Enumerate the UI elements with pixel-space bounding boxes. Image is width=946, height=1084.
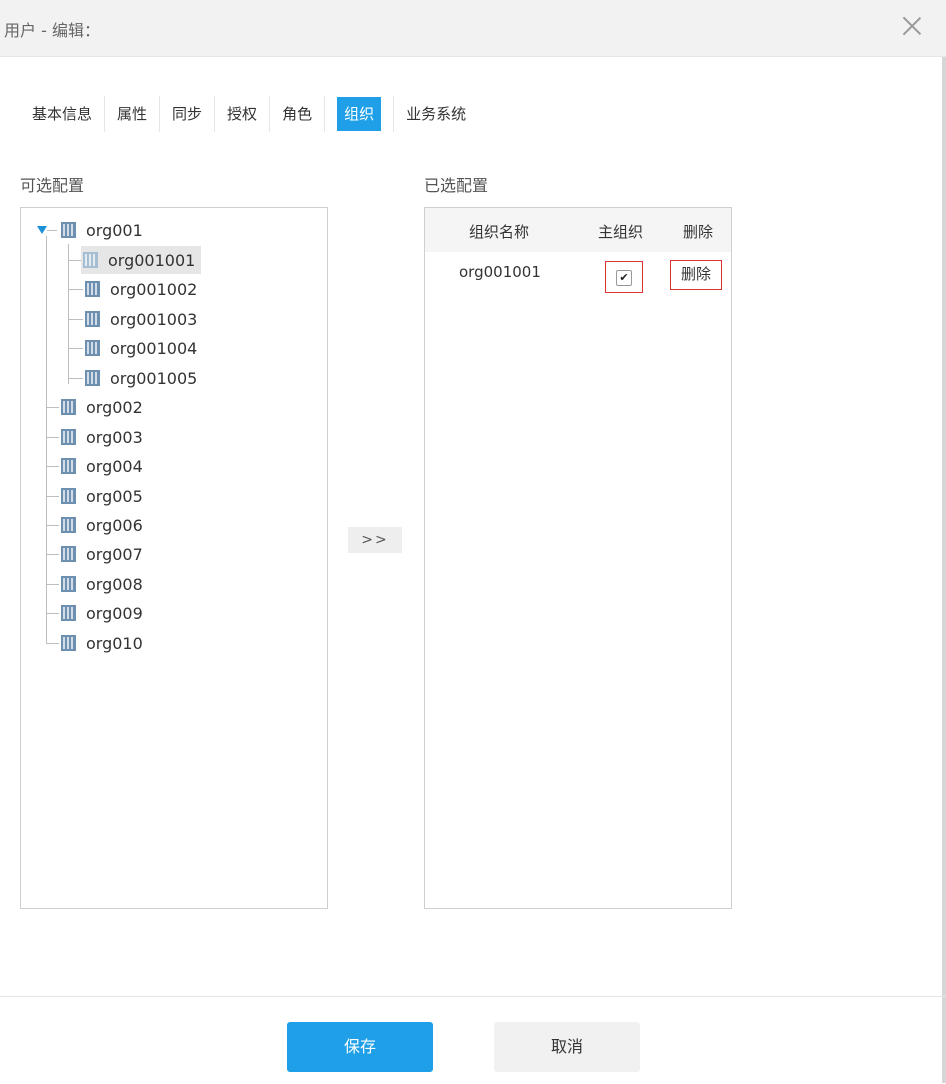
tree-connector xyxy=(47,496,59,497)
tree-item-org004[interactable]: org004 xyxy=(59,452,149,480)
tree-item-org001004[interactable]: org001004 xyxy=(83,334,203,362)
organization-icon xyxy=(61,488,76,504)
cancel-button[interactable]: 取消 xyxy=(494,1022,640,1072)
organization-icon xyxy=(61,458,76,474)
tree-connector xyxy=(69,348,83,349)
tree-item-org001001[interactable]: org001001 xyxy=(81,246,202,274)
tree-connector xyxy=(46,236,47,644)
move-right-button[interactable]: >> xyxy=(348,527,402,553)
organization-icon xyxy=(61,635,76,651)
tab-bar: 基本信息 属性 同步 授权 角色 组织 业务系统 xyxy=(20,96,478,132)
tree-item-org009[interactable]: org009 xyxy=(59,599,149,627)
dialog-title: 用户 - 编辑： xyxy=(4,21,100,40)
organization-icon xyxy=(85,281,100,297)
tree-item-org001[interactable]: org001 xyxy=(59,216,149,244)
tree-connector xyxy=(69,289,83,290)
tree-item-org010[interactable]: org010 xyxy=(59,629,149,657)
organization-icon xyxy=(61,429,76,445)
tree-connector xyxy=(47,525,59,526)
tree-connector xyxy=(47,554,59,555)
tree-connector xyxy=(47,584,59,585)
tree-connector xyxy=(68,244,69,384)
tab-organization[interactable]: 组织 xyxy=(325,96,395,132)
tab-sync[interactable]: 同步 xyxy=(160,96,216,132)
tree-item-org001003[interactable]: org001003 xyxy=(83,305,203,333)
primary-org-checkbox-highlight[interactable]: ✔ xyxy=(605,261,643,293)
tree-connector xyxy=(47,466,59,467)
organization-icon xyxy=(61,546,76,562)
tree-item-org001005[interactable]: org001005 xyxy=(83,364,203,392)
available-tree-panel: org001 org001001 org001002 org001003 org… xyxy=(20,207,328,909)
tree-item-org001002[interactable]: org001002 xyxy=(83,275,203,303)
organization-icon xyxy=(61,399,76,415)
tree-connector xyxy=(69,378,83,379)
close-icon[interactable] xyxy=(900,14,924,38)
organization-icon xyxy=(61,605,76,621)
column-header-primary-org: 主组织 xyxy=(598,223,644,241)
tree-item-org007[interactable]: org007 xyxy=(59,540,149,568)
organization-icon xyxy=(61,517,76,533)
selected-table-panel: 组织名称 主组织 删除 org001001 ✔ 删除 xyxy=(424,207,732,909)
save-button[interactable]: 保存 xyxy=(287,1022,433,1072)
delete-link[interactable]: 删除 xyxy=(670,260,722,290)
tree-connector xyxy=(47,643,59,644)
column-header-delete: 删除 xyxy=(683,223,714,241)
scrollbar-edge xyxy=(942,0,946,1083)
selected-config-label: 已选配置 xyxy=(424,176,489,195)
tab-business-systems[interactable]: 业务系统 xyxy=(394,96,478,132)
tree-item-org008[interactable]: org008 xyxy=(59,570,149,598)
tree-connector xyxy=(47,230,57,231)
tree-connector xyxy=(47,407,59,408)
tree-connector xyxy=(69,319,83,320)
organization-icon xyxy=(85,311,100,327)
dialog-header: 用户 - 编辑： xyxy=(0,0,946,57)
column-header-org-name: 组织名称 xyxy=(469,223,530,241)
tree-connector xyxy=(47,437,59,438)
organization-icon xyxy=(85,370,100,386)
tree-item-org002[interactable]: org002 xyxy=(59,393,149,421)
tree-item-org005[interactable]: org005 xyxy=(59,482,149,510)
tab-basic-info[interactable]: 基本信息 xyxy=(20,96,106,132)
primary-org-checkbox[interactable]: ✔ xyxy=(616,270,632,286)
table-header: 组织名称 主组织 删除 xyxy=(425,208,731,252)
tab-authorization[interactable]: 授权 xyxy=(215,96,271,132)
tree-item-org006[interactable]: org006 xyxy=(59,511,149,539)
tab-roles[interactable]: 角色 xyxy=(270,96,326,132)
expand-arrow-icon[interactable] xyxy=(37,226,47,234)
dialog-footer: 保存 取消 xyxy=(0,996,946,1084)
tree-item-org003[interactable]: org003 xyxy=(59,423,149,451)
row-org-name: org001001 xyxy=(459,263,541,281)
organization-icon xyxy=(85,340,100,356)
organization-icon xyxy=(61,576,76,592)
available-config-label: 可选配置 xyxy=(20,176,85,195)
tree-connector xyxy=(47,613,59,614)
organization-icon xyxy=(61,222,76,238)
tab-attributes[interactable]: 属性 xyxy=(105,96,161,132)
organization-icon xyxy=(83,252,98,268)
